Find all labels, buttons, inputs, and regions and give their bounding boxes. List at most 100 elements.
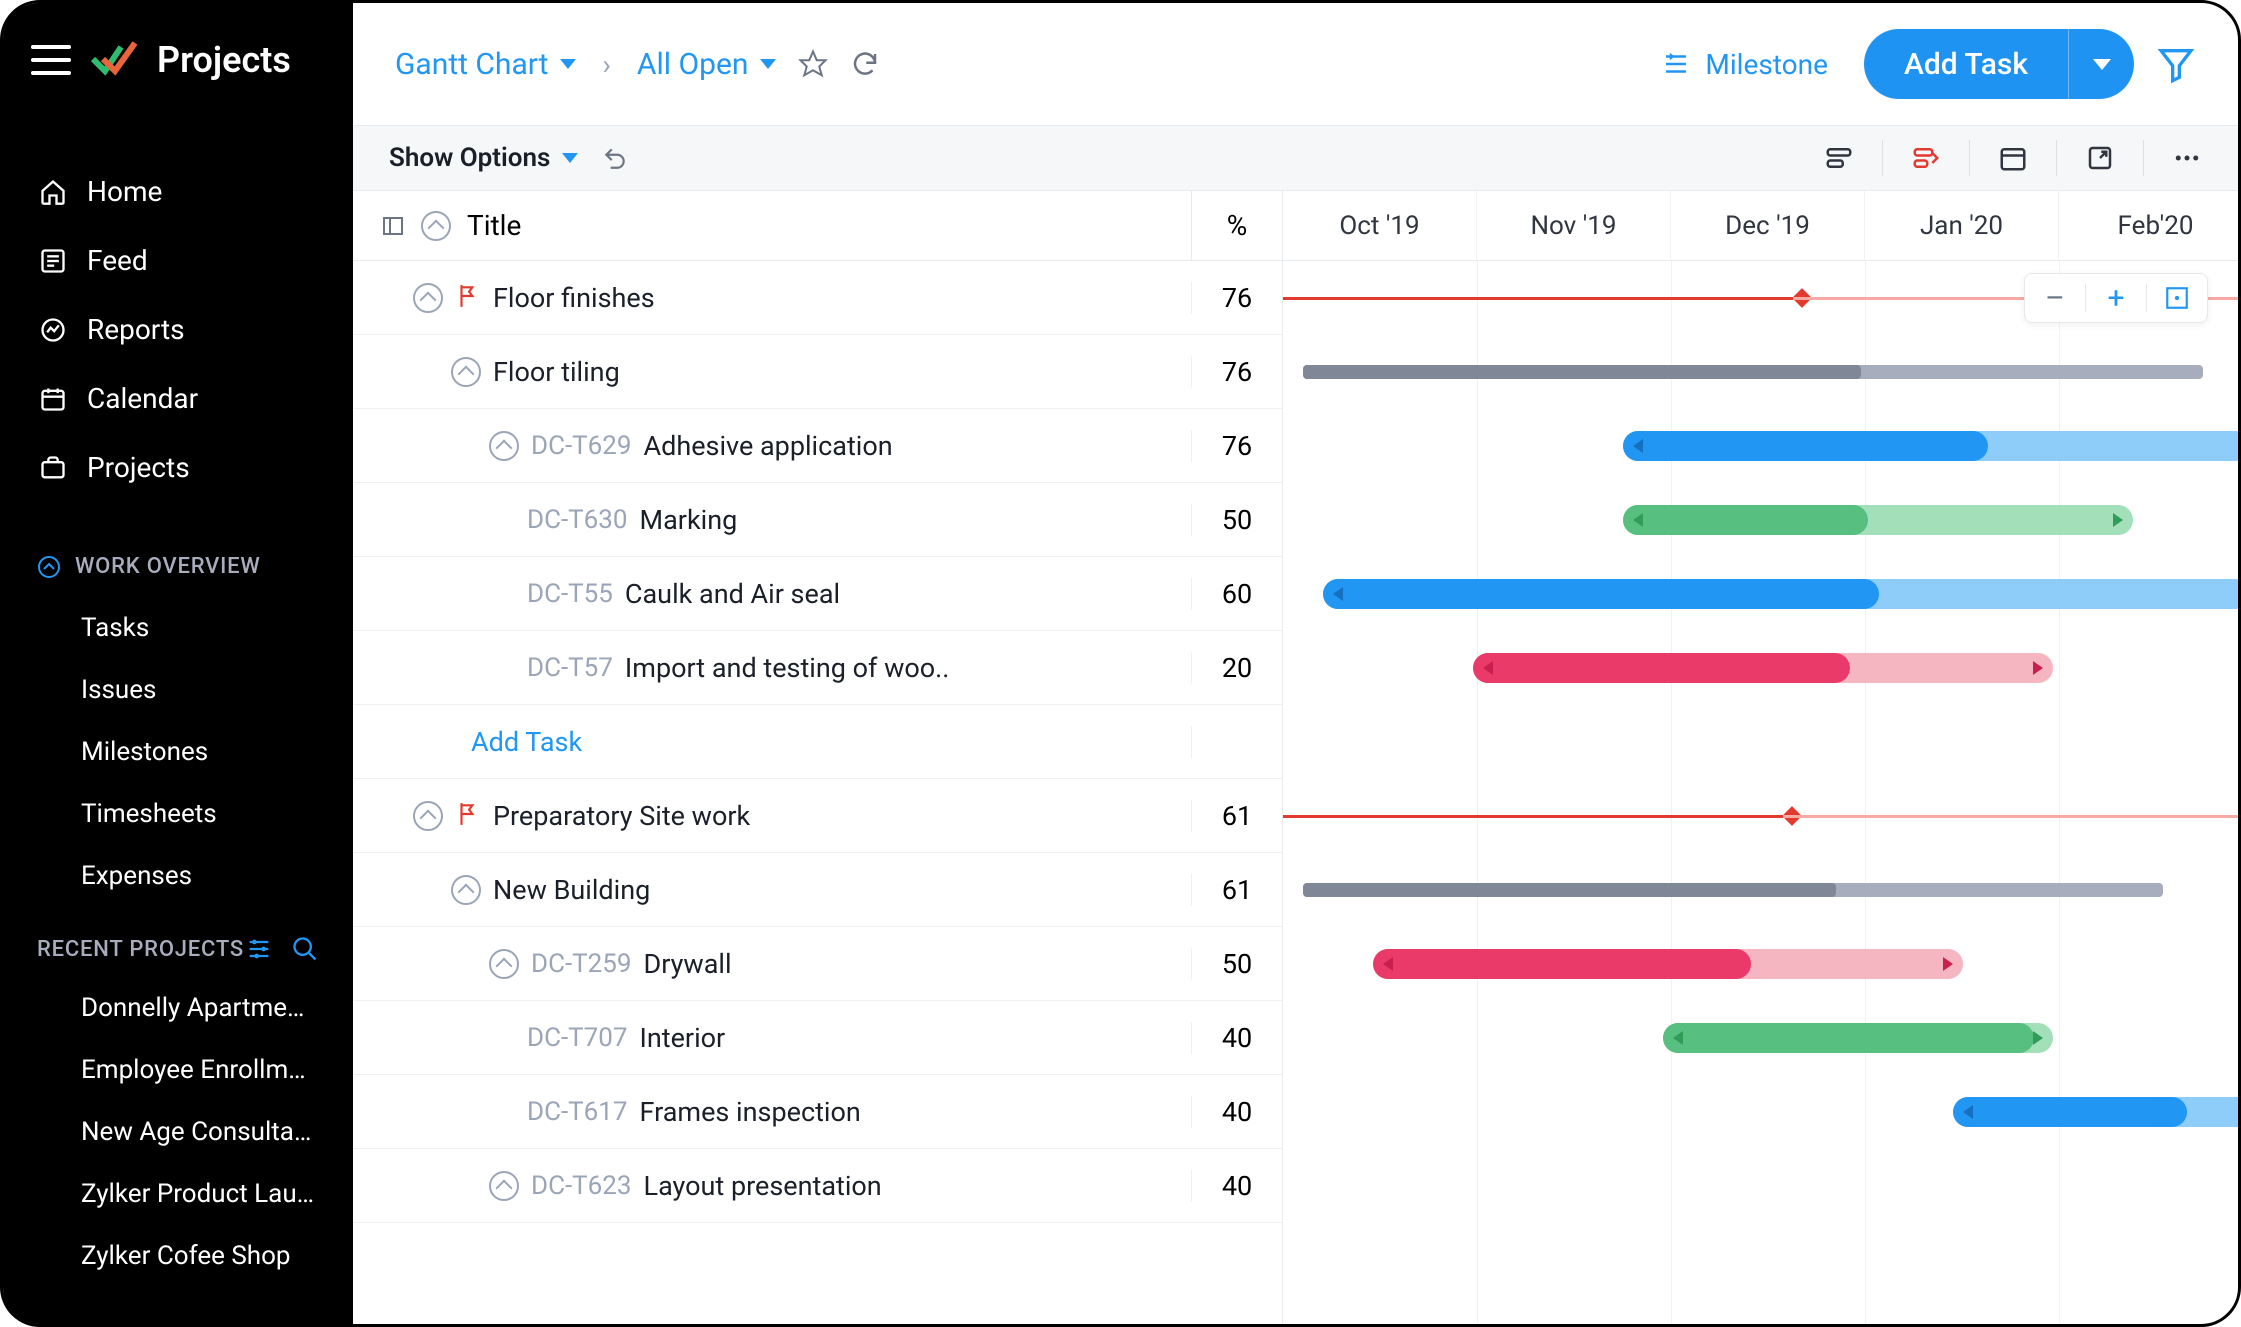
percent-cell: 61: [1192, 874, 1282, 906]
refresh-icon[interactable]: [850, 49, 880, 79]
zoom-controls: – +: [2024, 273, 2208, 323]
task-row[interactable]: New Building 61: [353, 853, 1282, 927]
task-id: DC-T617: [527, 1097, 628, 1127]
more-icon[interactable]: [2172, 143, 2202, 173]
recent-project[interactable]: New Age Consultancy: [3, 1101, 353, 1163]
task-bar[interactable]: [1373, 949, 1963, 979]
fit-icon: [2164, 285, 2190, 311]
title-column-header[interactable]: Title: [353, 191, 1192, 261]
add-task-dropdown[interactable]: [2068, 29, 2134, 99]
task-bar[interactable]: [1473, 653, 2053, 683]
recent-project[interactable]: Zylker Cofee Shop: [3, 1225, 353, 1287]
recent-project[interactable]: Employee Enrollment: [3, 1039, 353, 1101]
columns-icon[interactable]: [381, 214, 405, 238]
chevron-down-icon: [2093, 59, 2111, 70]
fullscreen-icon[interactable]: [2085, 143, 2115, 173]
filter-icon[interactable]: [2156, 44, 2196, 84]
add-task-row[interactable]: Add Task: [353, 705, 1282, 779]
work-item-timesheets[interactable]: Timesheets: [3, 783, 353, 845]
task-row[interactable]: DC-T259Drywall50: [353, 927, 1282, 1001]
projects-icon: [39, 454, 67, 482]
options-bar: Show Options: [353, 125, 2238, 191]
work-item-expenses[interactable]: Expenses: [3, 845, 353, 907]
recent-project[interactable]: Zylker Product Launch: [3, 1163, 353, 1225]
zoom-in-button[interactable]: +: [2086, 281, 2146, 316]
summary-bar[interactable]: [1283, 815, 1783, 818]
settings-icon[interactable]: [245, 935, 273, 963]
work-item-issues[interactable]: Issues: [3, 659, 353, 721]
task-row[interactable]: DC-T617 Frames inspection 40: [353, 1075, 1282, 1149]
percent-cell: 40: [1192, 1170, 1282, 1202]
percent-cell: 76: [1192, 430, 1282, 462]
view-selector[interactable]: Gantt Chart: [395, 47, 576, 82]
gantt-row: [1283, 557, 2238, 631]
add-task-button[interactable]: Add Task: [1864, 29, 2134, 99]
nav-calendar[interactable]: Calendar: [3, 364, 353, 433]
today-icon[interactable]: [1998, 143, 2028, 173]
task-bar[interactable]: [1323, 579, 2238, 609]
group-summary-bar[interactable]: [1303, 883, 2163, 897]
collapse-icon[interactable]: [413, 801, 443, 831]
task-row[interactable]: DC-T57Import and testing of woo..20: [353, 631, 1282, 705]
collapse-icon[interactable]: [489, 1171, 519, 1201]
undo-icon[interactable]: [602, 145, 628, 171]
task-bar[interactable]: [1953, 1097, 2238, 1127]
percent-cell: 76: [1192, 356, 1282, 388]
collapse-icon[interactable]: [413, 283, 443, 313]
task-row[interactable]: DC-T630Marking50: [353, 483, 1282, 557]
task-row[interactable]: DC-T707Interior40: [353, 1001, 1282, 1075]
gantt-row: [1283, 335, 2238, 409]
task-title: New Building: [493, 874, 650, 906]
filter-selector[interactable]: All Open: [637, 47, 777, 82]
task-bar[interactable]: [1623, 505, 2133, 535]
search-icon[interactable]: [291, 935, 319, 963]
task-title: Import and testing of woo..: [625, 652, 950, 684]
collapse-all-icon[interactable]: [421, 211, 451, 241]
percent-column-header[interactable]: %: [1192, 191, 1282, 261]
baseline-icon[interactable]: [1824, 143, 1854, 173]
collapse-icon[interactable]: [451, 357, 481, 387]
collapse-icon[interactable]: [489, 431, 519, 461]
task-bar[interactable]: [1623, 431, 2238, 461]
task-row[interactable]: Floor finishes76: [353, 261, 1282, 335]
task-row[interactable]: Preparatory Site work61: [353, 779, 1282, 853]
gantt-row: [1283, 483, 2238, 557]
task-row[interactable]: DC-T629Adhesive application76: [353, 409, 1282, 483]
gantt-area: Title % Floor finishes76Floor tiling76DC…: [353, 191, 2238, 1324]
fit-to-screen-button[interactable]: [2147, 285, 2207, 311]
zoom-out-button[interactable]: –: [2025, 281, 2085, 316]
gantt-row: [1283, 1149, 2238, 1223]
critical-path-icon[interactable]: [1911, 143, 1941, 173]
task-bar[interactable]: [1663, 1023, 2053, 1053]
work-item-milestones[interactable]: Milestones: [3, 721, 353, 783]
collapse-icon: [37, 555, 61, 579]
work-item-tasks[interactable]: Tasks: [3, 597, 353, 659]
work-overview-header[interactable]: WORK OVERVIEW: [3, 522, 353, 597]
recent-project[interactable]: Donnelly Apartments: [3, 977, 353, 1039]
gantt-row: [1283, 853, 2238, 927]
sidebar: Projects HomeFeedReportsCalendarProjects…: [3, 3, 353, 1324]
chevron-down-icon: [560, 59, 576, 69]
nav-feed[interactable]: Feed: [3, 226, 353, 295]
percent-cell: 40: [1192, 1096, 1282, 1128]
milestone-label: Milestone: [1705, 48, 1828, 81]
star-icon[interactable]: [798, 49, 828, 79]
task-title: Frames inspection: [640, 1096, 861, 1128]
summary-bar[interactable]: [1283, 297, 1793, 300]
show-options-toggle[interactable]: Show Options: [389, 143, 578, 173]
task-row[interactable]: Floor tiling76: [353, 335, 1282, 409]
task-row[interactable]: DC-T623Layout presentation40: [353, 1149, 1282, 1223]
title-header-label: Title: [467, 209, 521, 242]
nav-projects[interactable]: Projects: [3, 433, 353, 502]
gantt-row: [1283, 779, 2238, 853]
nav-home[interactable]: Home: [3, 157, 353, 226]
task-row[interactable]: DC-T55Caulk and Air seal60: [353, 557, 1282, 631]
summary-bar-remaining[interactable]: [1783, 815, 2238, 818]
milestone-selector[interactable]: Milestone: [1661, 48, 1842, 81]
hamburger-icon[interactable]: [31, 45, 71, 75]
timeline[interactable]: Oct '19Nov '19Dec '19Jan '20Feb'20Mar'20…: [1283, 191, 2238, 1324]
collapse-icon[interactable]: [489, 949, 519, 979]
collapse-icon[interactable]: [451, 875, 481, 905]
nav-reports[interactable]: Reports: [3, 295, 353, 364]
group-summary-bar[interactable]: [1303, 365, 2203, 379]
